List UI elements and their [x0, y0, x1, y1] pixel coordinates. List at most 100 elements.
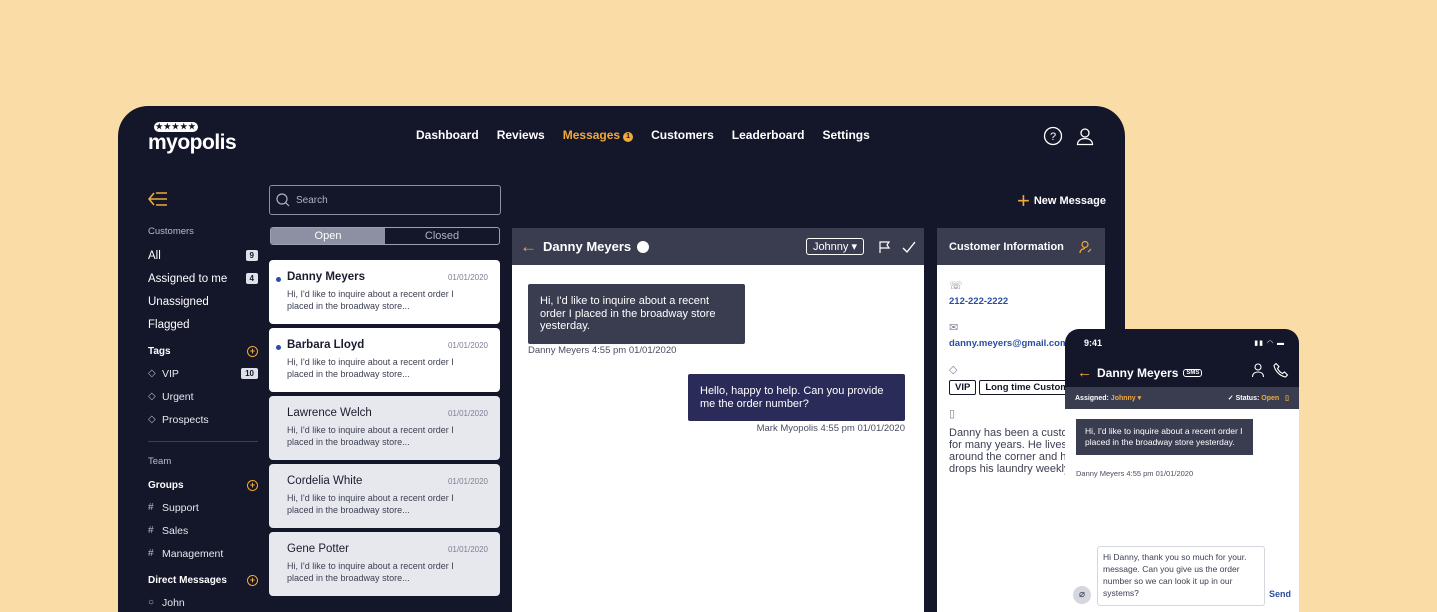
customer-phone[interactable]: 212-222-2222 — [949, 296, 1093, 307]
phone-icon: ☏ — [949, 280, 963, 292]
group-support[interactable]: # Support — [148, 496, 258, 519]
status-value[interactable]: Open — [1261, 395, 1279, 402]
conversation-list: Danny Meyers 01/01/2020 Hi, I'd like to … — [269, 260, 500, 600]
plus-icon: + — [1016, 188, 1030, 213]
tab-open[interactable]: Open — [271, 228, 385, 244]
mobile-incoming-message: Hi, I'd like to inquire about a recent o… — [1076, 419, 1253, 455]
nav-reviews[interactable]: Reviews — [497, 128, 545, 142]
dm-john[interactable]: ○ John — [148, 591, 258, 612]
chat-bubble-icon: ○ — [148, 597, 155, 608]
new-message-label: New Message — [1033, 195, 1106, 207]
unread-dot — [276, 345, 281, 350]
outgoing-meta: Mark Myopolis 4:55 pm 01/01/2020 — [756, 423, 905, 434]
conversation-card[interactable]: Cordelia White 01/01/2020 Hi, I'd like t… — [269, 464, 500, 528]
filter-all[interactable]: All 9 — [148, 244, 258, 267]
conversation-preview: Hi, I'd like to inquire about a recent o… — [287, 561, 454, 583]
group-sales[interactable]: # Sales — [148, 519, 258, 542]
collapse-sidebar-icon[interactable] — [148, 190, 168, 208]
user-icon[interactable] — [1075, 126, 1095, 146]
status-check-icon: ✓ — [1227, 395, 1234, 402]
search-input[interactable] — [296, 194, 486, 206]
nav-messages[interactable]: Messages 1 — [562, 128, 634, 142]
assignee-dropdown[interactable]: Johnny ▾ — [805, 238, 864, 255]
mobile-status-bar: Assigned: Johnny ▾ ✓ Status: Open ▯ — [1065, 387, 1299, 409]
conversation-card[interactable]: Lawrence Welch 01/01/2020 Hi, I'd like t… — [269, 396, 500, 460]
sidebar-divider — [148, 441, 258, 442]
mobile-header: 9:41 ▮▮ ◠ ▬ ← Danny Meyers SMS — [1065, 329, 1299, 387]
add-group-icon[interactable]: + — [247, 479, 258, 491]
status-tabs: Open Closed — [270, 227, 500, 245]
tag-prospects[interactable]: ◇ Prospects — [148, 408, 258, 431]
filter-assigned[interactable]: Assigned to me 4 — [148, 267, 258, 290]
hash-icon: # — [148, 548, 154, 559]
conversation-date: 01/01/2020 — [447, 341, 488, 350]
dm-header: Direct Messages + — [148, 569, 258, 591]
filter-flagged-label: Flagged — [148, 318, 190, 331]
signal-wifi-battery-icon: ▮▮ ◠ ▬ — [1254, 340, 1285, 347]
new-message-button[interactable]: + New Message — [1016, 188, 1106, 213]
back-arrow-icon[interactable]: ← — [520, 237, 537, 257]
mobile-title: ← Danny Meyers SMS — [1077, 364, 1203, 381]
search-box — [269, 185, 501, 215]
edit-customer-icon[interactable] — [1079, 240, 1093, 254]
add-tag-icon[interactable]: + — [247, 345, 258, 357]
groups-header: Groups + — [148, 474, 258, 496]
phone-call-icon[interactable] — [1273, 362, 1289, 378]
contact-profile-icon[interactable] — [1251, 362, 1267, 378]
book-icon[interactable]: ▯ — [1285, 394, 1289, 402]
back-arrow-icon[interactable]: ← — [1077, 364, 1092, 381]
nav-settings[interactable]: Settings — [822, 128, 869, 142]
conversation-card[interactable]: Gene Potter 01/01/2020 Hi, I'd like to i… — [269, 532, 500, 596]
dm-john-label: John — [162, 596, 185, 609]
tags-header: Tags + — [148, 340, 258, 362]
assigned-dropdown[interactable]: Johnny ▾ — [1111, 394, 1141, 402]
resolve-check-icon[interactable] — [902, 240, 916, 254]
svg-text:?: ? — [1050, 131, 1056, 143]
team-section-label: Team — [148, 456, 172, 467]
conversation-preview: Hi, I'd like to inquire about a recent o… — [287, 493, 454, 515]
tab-closed[interactable]: Closed — [385, 228, 499, 244]
nav-messages-label: Messages — [562, 128, 621, 142]
top-nav: Dashboard Reviews Messages 1 Customers Le… — [416, 128, 870, 142]
filter-all-label: All — [148, 249, 161, 262]
conversation-date: 01/01/2020 — [447, 409, 488, 418]
conversation-preview: Hi, I'd like to inquire about a recent o… — [287, 289, 454, 311]
tag-icon: ◇ — [148, 368, 156, 379]
conversation-preview: Hi, I'd like to inquire about a recent o… — [287, 357, 454, 379]
conversation-card[interactable]: Barbara Lloyd 01/01/2020 Hi, I'd like to… — [269, 328, 500, 392]
tag-urgent[interactable]: ◇ Urgent — [148, 385, 258, 408]
attachment-icon[interactable]: ⌀ — [1073, 586, 1091, 604]
flag-icon[interactable] — [878, 240, 892, 254]
mobile-compose-field[interactable]: Hi Danny, thank you so much for your. me… — [1097, 546, 1265, 606]
chat-panel: ← Danny Meyers Johnny ▾ Hi, I'd like to … — [512, 228, 924, 612]
incoming-message: Hi, I'd like to inquire about a recent o… — [528, 284, 745, 344]
desktop-app-window: ★★★★★ myopolis Dashboard Reviews Message… — [118, 106, 1125, 612]
group-management[interactable]: # Management — [148, 542, 258, 565]
chat-contact-name: Danny Meyers — [543, 239, 632, 254]
customer-tag[interactable]: VIP — [949, 380, 977, 395]
send-button[interactable]: Send — [1269, 589, 1291, 599]
incoming-meta: Danny Meyers 4:55 pm 01/01/2020 — [528, 345, 677, 356]
filter-unassigned[interactable]: Unassigned — [148, 290, 258, 313]
tag-vip-label: VIP — [162, 367, 179, 380]
top-icons: ? — [1043, 126, 1095, 146]
dm-label: Direct Messages — [148, 574, 227, 586]
mobile-clock: 9:41 — [1084, 338, 1103, 348]
nav-customers[interactable]: Customers — [651, 128, 714, 142]
nav-dashboard[interactable]: Dashboard — [416, 128, 479, 142]
messenger-icon — [637, 240, 650, 253]
filter-flagged[interactable]: Flagged — [148, 313, 258, 336]
conversation-card[interactable]: Danny Meyers 01/01/2020 Hi, I'd like to … — [269, 260, 500, 324]
brand-logo[interactable]: ★★★★★ myopolis — [148, 122, 237, 155]
help-icon[interactable]: ? — [1043, 126, 1063, 146]
add-dm-icon[interactable]: + — [247, 574, 258, 586]
tag-prospects-label: Prospects — [162, 413, 209, 426]
outgoing-message: Hello, happy to help. Can you provide me… — [688, 374, 905, 421]
nav-leaderboard[interactable]: Leaderboard — [732, 128, 805, 142]
tag-icon: ◇ — [148, 391, 156, 402]
tags-label: Tags — [148, 345, 171, 357]
tag-vip[interactable]: ◇ VIP 10 — [148, 362, 258, 385]
filter-all-count: 9 — [245, 250, 258, 261]
conversation-preview: Hi, I'd like to inquire about a recent o… — [287, 425, 454, 447]
sms-badge: SMS — [1183, 368, 1203, 377]
